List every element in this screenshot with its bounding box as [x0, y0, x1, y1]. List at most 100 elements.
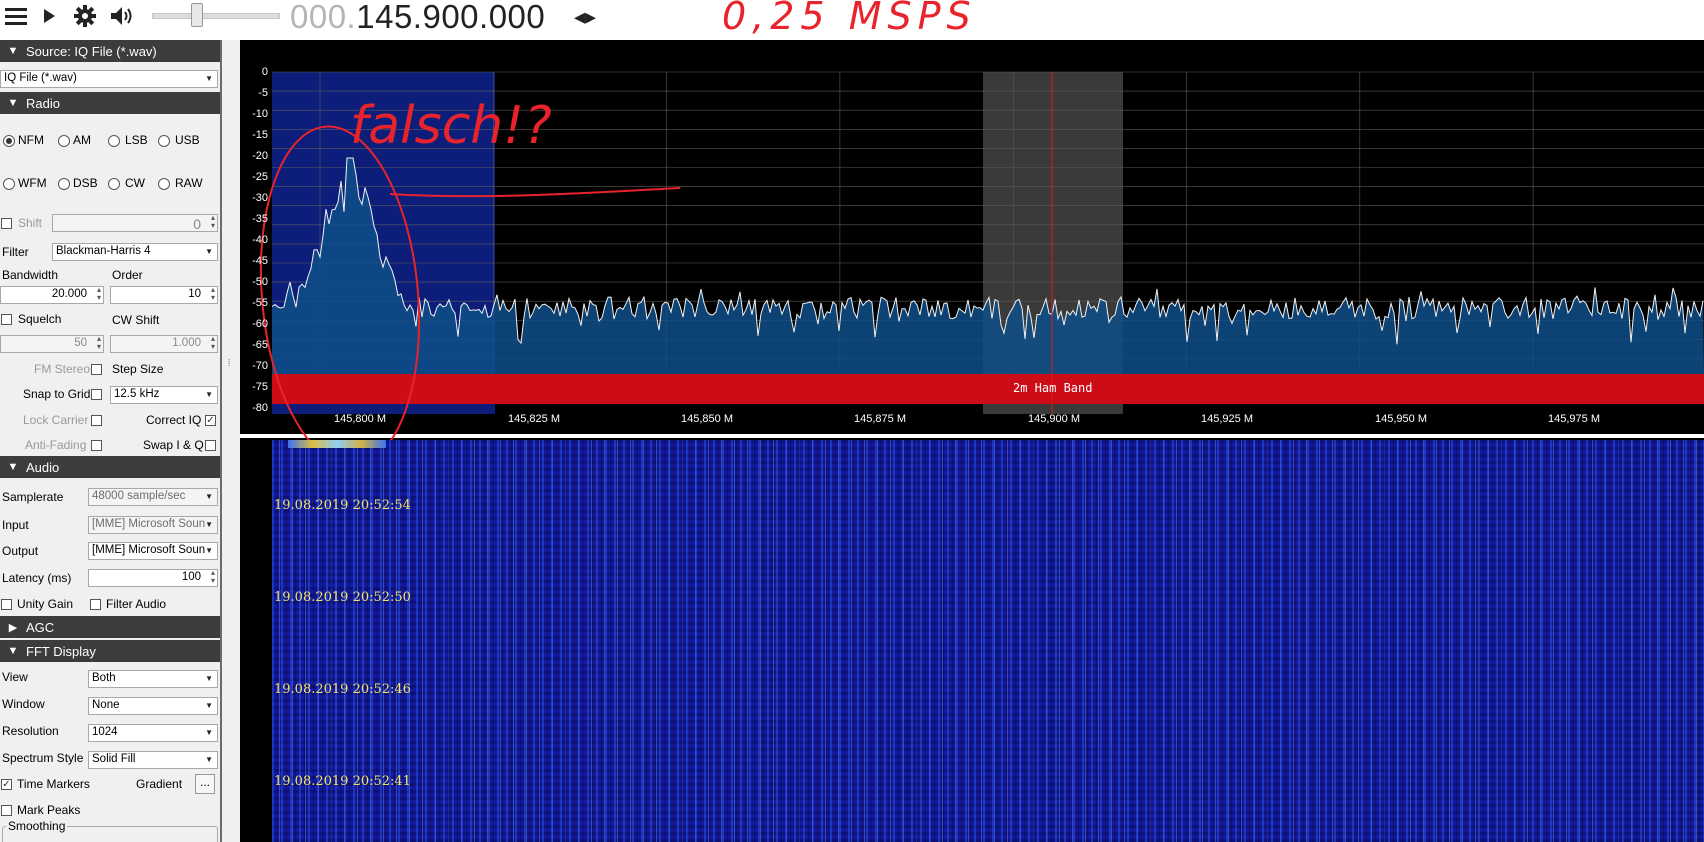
y-tick-label: -65	[252, 339, 268, 351]
view-divider[interactable]	[240, 434, 1704, 438]
latency-input[interactable]: 100	[88, 569, 218, 587]
waterfall-timestamp: 19.08.2019 20:52:50	[274, 590, 411, 605]
mode-nfm-radio[interactable]	[3, 135, 15, 147]
mode-nfm-label: NFM	[18, 133, 44, 147]
x-tick-label: 145,850 M	[681, 413, 733, 425]
menu-icon[interactable]	[2, 2, 30, 30]
unity-gain-label: Unity Gain	[17, 597, 74, 611]
y-tick-label: -15	[252, 129, 268, 141]
mode-wfm-radio[interactable]	[3, 178, 15, 190]
play-icon[interactable]	[38, 2, 60, 30]
waterfall-timestamp: 19.08.2019 20:52:54	[274, 498, 411, 513]
y-tick-label: -40	[252, 234, 268, 246]
anti-fading-checkbox[interactable]	[91, 440, 102, 451]
snap-to-grid-label: Snap to Grid	[23, 387, 91, 401]
source-select[interactable]: IQ File (*.wav)	[0, 70, 218, 88]
mode-cw-label: CW	[125, 176, 145, 190]
section-fft-header[interactable]: ▼ FFT Display	[0, 640, 221, 662]
y-tick-label: -75	[252, 381, 268, 393]
mode-usb-radio[interactable]	[158, 135, 170, 147]
mode-dsb-radio[interactable]	[58, 178, 70, 190]
waterfall-signal-trace	[288, 440, 386, 448]
section-fft-title: FFT Display	[26, 643, 96, 659]
mode-lsb-radio[interactable]	[108, 135, 120, 147]
frequency-leading-digits: 000.	[290, 0, 357, 35]
x-tick-label: 145,875 M	[854, 413, 906, 425]
volume-slider-thumb[interactable]	[191, 3, 203, 27]
squelch-label: Squelch	[18, 312, 62, 326]
frequency-arrows-icon[interactable]: ◂▸	[574, 4, 596, 30]
filter-audio-checkbox[interactable]	[90, 599, 101, 610]
filter-audio-label: Filter Audio	[106, 597, 167, 611]
y-tick-label: -10	[252, 108, 268, 120]
waterfall-timestamp: 19.08.2019 20:52:46	[274, 682, 411, 697]
speaker-icon[interactable]	[108, 2, 138, 30]
collapse-icon: ▼	[7, 645, 19, 657]
volume-slider-track[interactable]	[152, 13, 280, 19]
mode-cw-radio[interactable]	[108, 178, 120, 190]
output-select[interactable]: [MME] Microsoft Soun	[88, 542, 218, 560]
squelch-input[interactable]: 50	[0, 335, 104, 353]
latency-label: Latency (ms)	[2, 571, 72, 585]
section-source-title: Source: IQ File (*.wav)	[26, 43, 157, 59]
y-tick-label: -80	[252, 402, 268, 414]
snap-to-grid-checkbox[interactable]	[91, 389, 102, 400]
gear-icon[interactable]	[72, 2, 98, 30]
section-agc-title: AGC	[26, 619, 55, 635]
panel-splitter[interactable]: ⦙	[222, 40, 240, 842]
lock-carrier-label: Lock Carrier	[23, 413, 89, 427]
samplerate-select[interactable]: 48000 sample/sec	[88, 488, 218, 506]
shift-input[interactable]: 0	[52, 214, 218, 232]
y-tick-label: -50	[252, 276, 268, 288]
spectrum-style-label: Spectrum Style	[2, 751, 84, 765]
time-markers-label: Time Markers	[17, 777, 90, 791]
time-markers-checkbox[interactable]: ✓	[1, 779, 12, 790]
view-select[interactable]: Both	[88, 670, 218, 688]
window-select[interactable]: None	[88, 697, 218, 715]
fm-stereo-checkbox[interactable]	[91, 364, 102, 375]
frequency-display[interactable]: 000.145.900.000	[290, 0, 545, 36]
x-tick-label: 145,825 M	[508, 413, 560, 425]
swap-iq-label: Swap I & Q	[143, 438, 204, 452]
x-tick-label: 145,800 M	[334, 413, 386, 425]
input-select[interactable]: [MME] Microsoft Soun	[88, 516, 218, 534]
step-size-select[interactable]: 12.5 kHz	[110, 386, 218, 404]
section-source-header[interactable]: ▼ Source: IQ File (*.wav)	[0, 40, 221, 62]
mode-am-radio[interactable]	[58, 135, 70, 147]
bandwidth-input[interactable]: 20.000	[0, 286, 104, 304]
frequency-digits: 145.900.000	[356, 0, 546, 35]
collapse-icon: ▼	[7, 97, 19, 109]
filter-select[interactable]: Blackman-Harris 4	[52, 243, 218, 261]
section-radio-header[interactable]: ▼ Radio	[0, 92, 221, 114]
mode-usb-label: USB	[175, 133, 200, 147]
cw-shift-input[interactable]: 1.000	[110, 335, 218, 353]
mark-peaks-label: Mark Peaks	[17, 803, 81, 817]
toolbar: 000.145.900.000 ◂▸ 0,25 MSPS	[0, 0, 1704, 40]
view-label: View	[2, 670, 28, 684]
x-tick-label: 145,925 M	[1201, 413, 1253, 425]
waterfall-display[interactable]	[272, 440, 1704, 842]
filter-label: Filter	[2, 245, 29, 259]
resolution-select[interactable]: 1024	[88, 724, 218, 742]
mode-raw-radio[interactable]	[158, 178, 170, 190]
gradient-label: Gradient	[136, 777, 183, 791]
order-input[interactable]: 10	[110, 286, 218, 304]
mark-peaks-checkbox[interactable]	[1, 805, 12, 816]
correct-iq-checkbox[interactable]: ✓	[205, 415, 216, 426]
spectrum-waterfall-view[interactable]: 0 -5 -10 -15 -20 -25 -30 -35 -40 -45 -50…	[240, 40, 1704, 842]
section-agc-header[interactable]: ▶ AGC	[0, 616, 221, 638]
swap-iq-checkbox[interactable]	[205, 440, 216, 451]
section-audio-title: Audio	[26, 459, 60, 475]
section-audio-header[interactable]: ▼ Audio	[0, 456, 221, 478]
x-tick-label: 145,950 M	[1375, 413, 1427, 425]
spectrum-style-select[interactable]: Solid Fill	[88, 751, 218, 769]
lock-carrier-checkbox[interactable]	[91, 415, 102, 426]
gradient-button[interactable]: ...	[195, 774, 215, 794]
shift-checkbox[interactable]	[1, 218, 12, 229]
correct-iq-label: Correct IQ	[146, 413, 202, 427]
unity-gain-checkbox[interactable]	[1, 599, 12, 610]
squelch-checkbox[interactable]	[1, 314, 12, 325]
y-tick-label: 0	[261, 66, 268, 78]
samplerate-label: Samplerate	[2, 490, 64, 504]
mode-am-label: AM	[73, 133, 91, 147]
